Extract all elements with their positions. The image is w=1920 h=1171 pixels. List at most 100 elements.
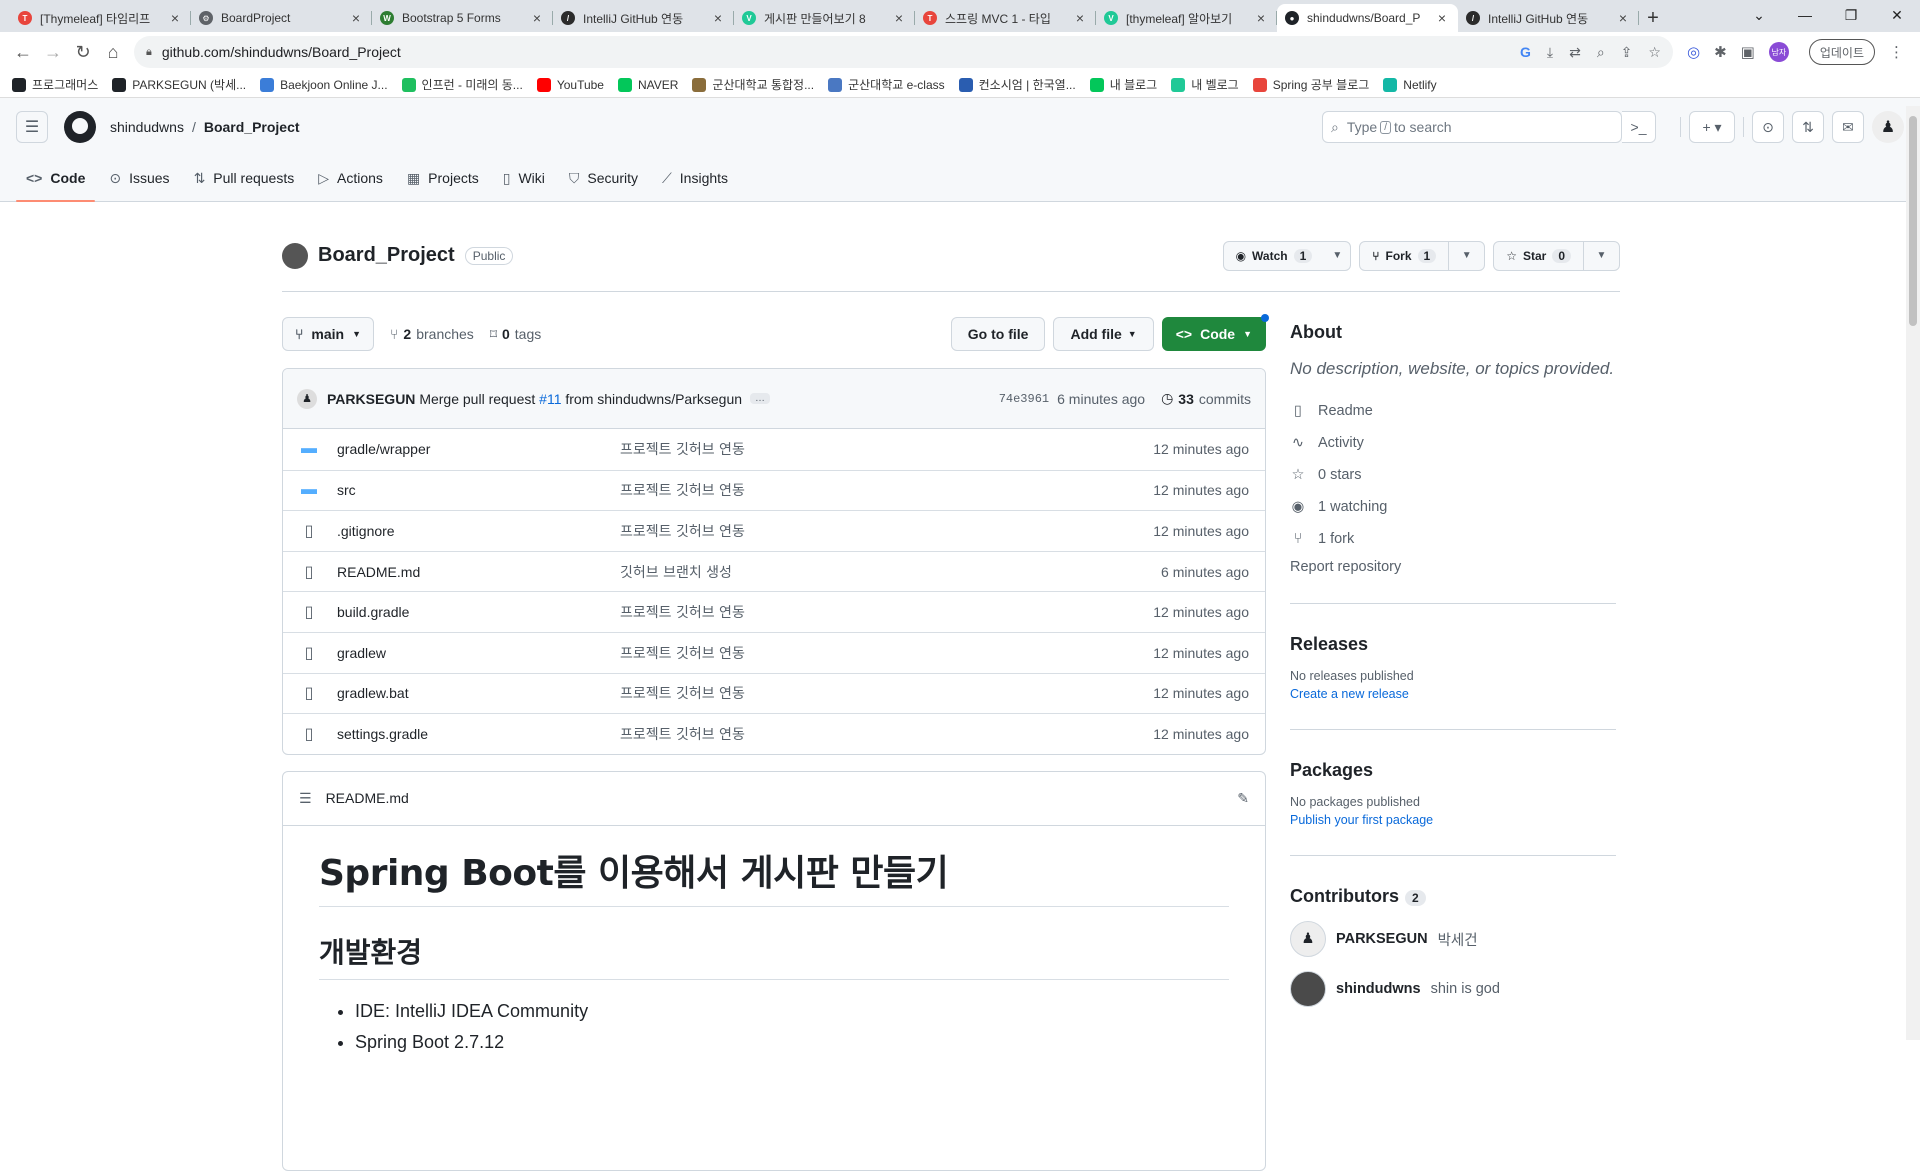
file-commit-message[interactable]: 깃허브 브랜치 생성 [620, 562, 1161, 582]
search-input[interactable]: ⌕ Type / to search [1322, 111, 1622, 143]
owner-avatar[interactable] [282, 242, 308, 269]
code-button[interactable]: <> Code ▼ [1161, 314, 1269, 351]
bookmark-item[interactable]: PARKSEGUN (박세... [112, 76, 246, 93]
repo-title[interactable]: Board_Project [318, 244, 455, 267]
github-logo-icon[interactable] [64, 111, 96, 143]
star-dropdown-icon[interactable]: ▼ [1583, 241, 1619, 270]
tab-close-icon[interactable]: × [1072, 10, 1088, 26]
about-item[interactable]: ◉ 1 watching [1290, 491, 1616, 523]
tab-search-icon[interactable]: ⌄ [1736, 0, 1782, 30]
browser-tab[interactable]: W Bootstrap 5 Forms × [372, 4, 553, 32]
file-name[interactable]: README.md [337, 564, 620, 580]
pr-link[interactable]: #11 [539, 391, 561, 407]
about-item[interactable]: ☆ 0 stars [1290, 459, 1616, 491]
file-commit-message[interactable]: 프로젝트 깃허브 연동 [620, 602, 1153, 622]
about-item[interactable]: ▯ Readme [1290, 395, 1616, 427]
file-name[interactable]: settings.gradle [337, 726, 620, 742]
repo-link[interactable]: Board_Project [204, 119, 300, 135]
file-name[interactable]: gradle/wrapper [337, 441, 620, 457]
file-commit-message[interactable]: 프로젝트 깃허브 연동 [620, 439, 1153, 459]
tab-pull-requests[interactable]: ⇅ Pull requests [184, 155, 305, 201]
address-bar[interactable]: 🔒︎ github.com/shindudwns/Board_Project G… [134, 36, 1673, 68]
create-new-icon[interactable]: + ▾ [1689, 111, 1735, 143]
minimize-icon[interactable]: — [1782, 0, 1828, 30]
commit-expand-button[interactable]: … [750, 393, 771, 404]
tab-projects[interactable]: ▦ Projects [397, 155, 489, 201]
table-row[interactable]: ▯ gradlew 프로젝트 깃허브 연동 12 minutes ago [283, 631, 1265, 673]
tab-close-icon[interactable]: × [348, 10, 364, 26]
command-palette-icon[interactable]: >_ [1622, 111, 1656, 143]
reload-icon[interactable]: ↻ [68, 37, 98, 67]
bookmark-item[interactable]: 군산대학교 통합정... [692, 76, 814, 93]
menu-kebab-icon[interactable]: ⋮ [1889, 43, 1904, 61]
tab-issues[interactable]: ⊙ Issues [99, 155, 179, 201]
bookmark-star-icon[interactable]: ☆ [1648, 44, 1661, 61]
home-icon[interactable]: ⌂ [98, 37, 128, 67]
table-row[interactable]: ▯ README.md 깃허브 브랜치 생성 6 minutes ago [283, 550, 1265, 592]
pencil-icon[interactable]: ✎ [1237, 790, 1249, 807]
browser-tab[interactable]: T [Thymeleaf] 타임리프 × [10, 4, 191, 32]
forward-icon[interactable]: → [38, 37, 68, 67]
watch-dropdown-icon[interactable]: ▼ [1324, 242, 1350, 270]
tab-close-icon[interactable]: × [891, 10, 907, 26]
bookmark-item[interactable]: 내 벨로그 [1171, 76, 1239, 93]
bookmark-item[interactable]: NAVER [617, 77, 678, 92]
commit-author[interactable]: PARKSEGUN [327, 391, 415, 407]
fork-button[interactable]: ⑂ Fork 1 ▼ [1359, 240, 1486, 271]
zoom-icon[interactable]: ⌕ [1597, 44, 1605, 61]
page-scrollbar[interactable] [1906, 106, 1920, 1040]
file-name[interactable]: gradlew [337, 645, 620, 661]
browser-tab[interactable]: ⚙ BoardProject × [191, 4, 372, 32]
tab-actions[interactable]: ▷ Actions [308, 155, 393, 201]
extension-icon[interactable]: ◎ [1687, 43, 1700, 61]
tab-code[interactable]: <> Code [16, 155, 96, 202]
contributor-login[interactable]: PARKSEGUN [1336, 931, 1428, 947]
commit-message-pre[interactable]: Merge pull request [419, 391, 535, 407]
back-icon[interactable]: ← [8, 37, 38, 67]
commit-author-avatar[interactable]: ♟ [297, 388, 317, 409]
bookmark-item[interactable]: 컨소시엄 | 한국열... [958, 76, 1076, 93]
bookmark-item[interactable]: YouTube [536, 77, 604, 92]
tab-close-icon[interactable]: × [529, 10, 545, 26]
tab-close-icon[interactable]: × [1615, 10, 1631, 26]
browser-tab[interactable]: ● shindudwns/Board_P × [1277, 4, 1458, 32]
file-commit-message[interactable]: 프로젝트 깃허브 연동 [620, 724, 1153, 744]
file-commit-message[interactable]: 프로젝트 깃허브 연동 [620, 683, 1153, 703]
watch-button[interactable]: ◉ Watch 1 ▼ [1222, 240, 1352, 271]
tab-insights[interactable]: ⟋ Insights [652, 155, 738, 201]
bookmark-item[interactable]: 프로그래머스 [12, 76, 98, 93]
tags-link[interactable]: ⌑ 0 tags [490, 326, 541, 343]
bookmark-item[interactable]: 군산대학교 e-class [828, 76, 945, 93]
browser-tab[interactable]: T 스프링 MVC 1 - 타입 × [915, 4, 1096, 32]
commit-message-post[interactable]: from shindudwns/Parksegun [565, 391, 742, 407]
table-row[interactable]: ▬ src 프로젝트 깃허브 연동 12 minutes ago [283, 469, 1265, 511]
scrollbar-thumb[interactable] [1909, 116, 1917, 326]
bookmark-item[interactable]: Baekjoon Online J... [260, 77, 388, 92]
contributor[interactable]: ♟ PARKSEGUN 박세건 [1290, 921, 1616, 957]
puzzle-icon[interactable]: ✱ [1714, 43, 1727, 61]
install-icon[interactable]: ⤓ [1547, 44, 1553, 61]
new-tab-button[interactable]: + [1639, 4, 1667, 32]
restore-icon[interactable]: ❐ [1828, 0, 1874, 30]
browser-tab[interactable]: V 게시판 만들어보기 8 × [734, 4, 915, 32]
share-icon[interactable]: ⇪ [1621, 44, 1633, 61]
releases-heading[interactable]: Releases [1290, 634, 1616, 655]
file-name[interactable]: src [337, 482, 620, 498]
tab-close-icon[interactable]: × [167, 10, 183, 26]
branches-link[interactable]: ⑂ 2 branches [390, 326, 474, 342]
table-row[interactable]: ▯ build.gradle 프로젝트 깃허브 연동 12 minutes ago [283, 591, 1265, 632]
contributor-login[interactable]: shindudwns [1336, 981, 1421, 997]
user-avatar[interactable]: ♟ [1872, 111, 1904, 143]
bookmark-item[interactable]: Spring 공부 블로그 [1252, 76, 1369, 93]
report-link[interactable]: Report repository [1290, 559, 1616, 575]
file-commit-message[interactable]: 프로젝트 깃허브 연동 [620, 480, 1153, 500]
branch-selector[interactable]: ⑂ main ▼ [282, 317, 375, 351]
tab-close-icon[interactable]: × [710, 10, 726, 26]
add-file-button[interactable]: Add file ▼ [1053, 317, 1154, 351]
file-commit-message[interactable]: 프로젝트 깃허브 연동 [620, 643, 1153, 663]
file-name[interactable]: build.gradle [337, 604, 620, 620]
star-button[interactable]: ☆ Star 0 ▼ [1493, 240, 1620, 271]
about-item[interactable]: ⑂ 1 fork [1290, 523, 1616, 555]
file-name[interactable]: gradlew.bat [337, 685, 620, 701]
pull-requests-header-icon[interactable]: ⇅ [1792, 111, 1824, 143]
